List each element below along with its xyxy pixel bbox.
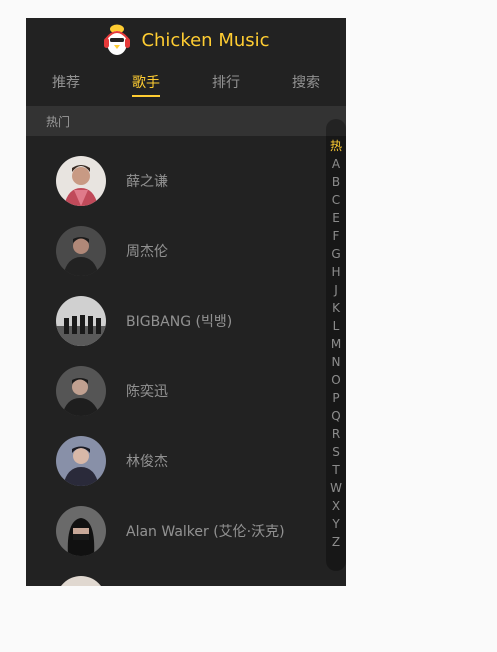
singer-list[interactable]: 薛之谦 周杰伦 BIGBANG (빅뱅) 陈奕迅 林俊杰 Alan Walker… xyxy=(26,136,346,586)
tab-singer[interactable]: 歌手 xyxy=(106,62,186,106)
app-header: Chicken Music xyxy=(26,18,346,62)
singer-item[interactable]: 林俊杰 xyxy=(56,436,168,486)
singer-name: 林俊杰 xyxy=(126,454,168,470)
shortcut-letter[interactable]: R xyxy=(326,425,346,443)
app-title: Chicken Music xyxy=(141,29,270,51)
tab-search[interactable]: 搜索 xyxy=(266,62,346,106)
singer-item[interactable]: BIGBANG (빅뱅) xyxy=(56,296,232,346)
singer-item[interactable]: 薛之谦 xyxy=(56,156,168,206)
shortcut-letter[interactable]: P xyxy=(326,389,346,407)
singer-avatar xyxy=(56,156,106,206)
singer-avatar xyxy=(56,366,106,416)
shortcut-letter[interactable]: K xyxy=(326,299,346,317)
tab-label: 歌手 xyxy=(132,72,160,97)
singer-item[interactable]: Alan Walker (艾伦·沃克) xyxy=(56,506,285,556)
singer-name: 周杰伦 xyxy=(126,244,168,260)
tab-label: 搜索 xyxy=(292,75,320,91)
tab-label: 推荐 xyxy=(52,75,80,91)
shortcut-letter[interactable]: T xyxy=(326,461,346,479)
singer-avatar xyxy=(56,576,106,586)
singer-name: Alan Walker (艾伦·沃克) xyxy=(126,524,285,540)
singer-name: 陈奕迅 xyxy=(126,384,168,400)
shortcut-letter[interactable]: H xyxy=(326,263,346,281)
shortcut-letter[interactable]: B xyxy=(326,173,346,191)
tab-rank[interactable]: 排行 xyxy=(186,62,266,106)
singer-avatar xyxy=(56,296,106,346)
singer-item[interactable] xyxy=(56,576,126,586)
singer-name: 薛之谦 xyxy=(126,174,168,190)
singer-item[interactable]: 周杰伦 xyxy=(56,226,168,276)
shortcut-letter[interactable]: J xyxy=(326,281,346,299)
shortcut-letter[interactable]: G xyxy=(326,245,346,263)
shortcut-letter[interactable]: W xyxy=(326,479,346,497)
shortcut-letter[interactable]: L xyxy=(326,317,346,335)
tab-bar: 推荐 歌手 排行 搜索 xyxy=(26,62,346,106)
shortcut-letter[interactable]: Y xyxy=(326,515,346,533)
shortcut-letter[interactable]: N xyxy=(326,353,346,371)
shortcut-letter[interactable]: O xyxy=(326,371,346,389)
shortcut-letter[interactable]: 热 xyxy=(326,137,346,155)
tab-recommend[interactable]: 推荐 xyxy=(26,62,106,106)
shortcut-letter[interactable]: C xyxy=(326,191,346,209)
shortcut-letter[interactable]: F xyxy=(326,227,346,245)
tab-label: 排行 xyxy=(212,75,240,91)
music-app: Chicken Music 推荐 歌手 排行 搜索 热门 薛之谦 周杰伦 BIG… xyxy=(26,18,346,586)
singer-avatar xyxy=(56,506,106,556)
shortcut-letter[interactable]: Z xyxy=(326,533,346,551)
group-title: 热门 xyxy=(26,106,346,136)
singer-name: BIGBANG (빅뱅) xyxy=(126,314,233,330)
shortcut-letter[interactable]: A xyxy=(326,155,346,173)
chicken-headphones-icon xyxy=(104,24,131,55)
alphabet-shortcut[interactable]: 热ABCEFGHJKLMNOPQRSTWXYZ xyxy=(326,119,346,571)
shortcut-letter[interactable]: Q xyxy=(326,407,346,425)
shortcut-letter[interactable]: S xyxy=(326,443,346,461)
group-title-label: 热门 xyxy=(46,114,71,129)
shortcut-letter[interactable]: M xyxy=(326,335,346,353)
shortcut-letter[interactable]: X xyxy=(326,497,346,515)
shortcut-letter[interactable]: E xyxy=(326,209,346,227)
singer-avatar xyxy=(56,436,106,486)
singer-avatar xyxy=(56,226,106,276)
singer-item[interactable]: 陈奕迅 xyxy=(56,366,168,416)
